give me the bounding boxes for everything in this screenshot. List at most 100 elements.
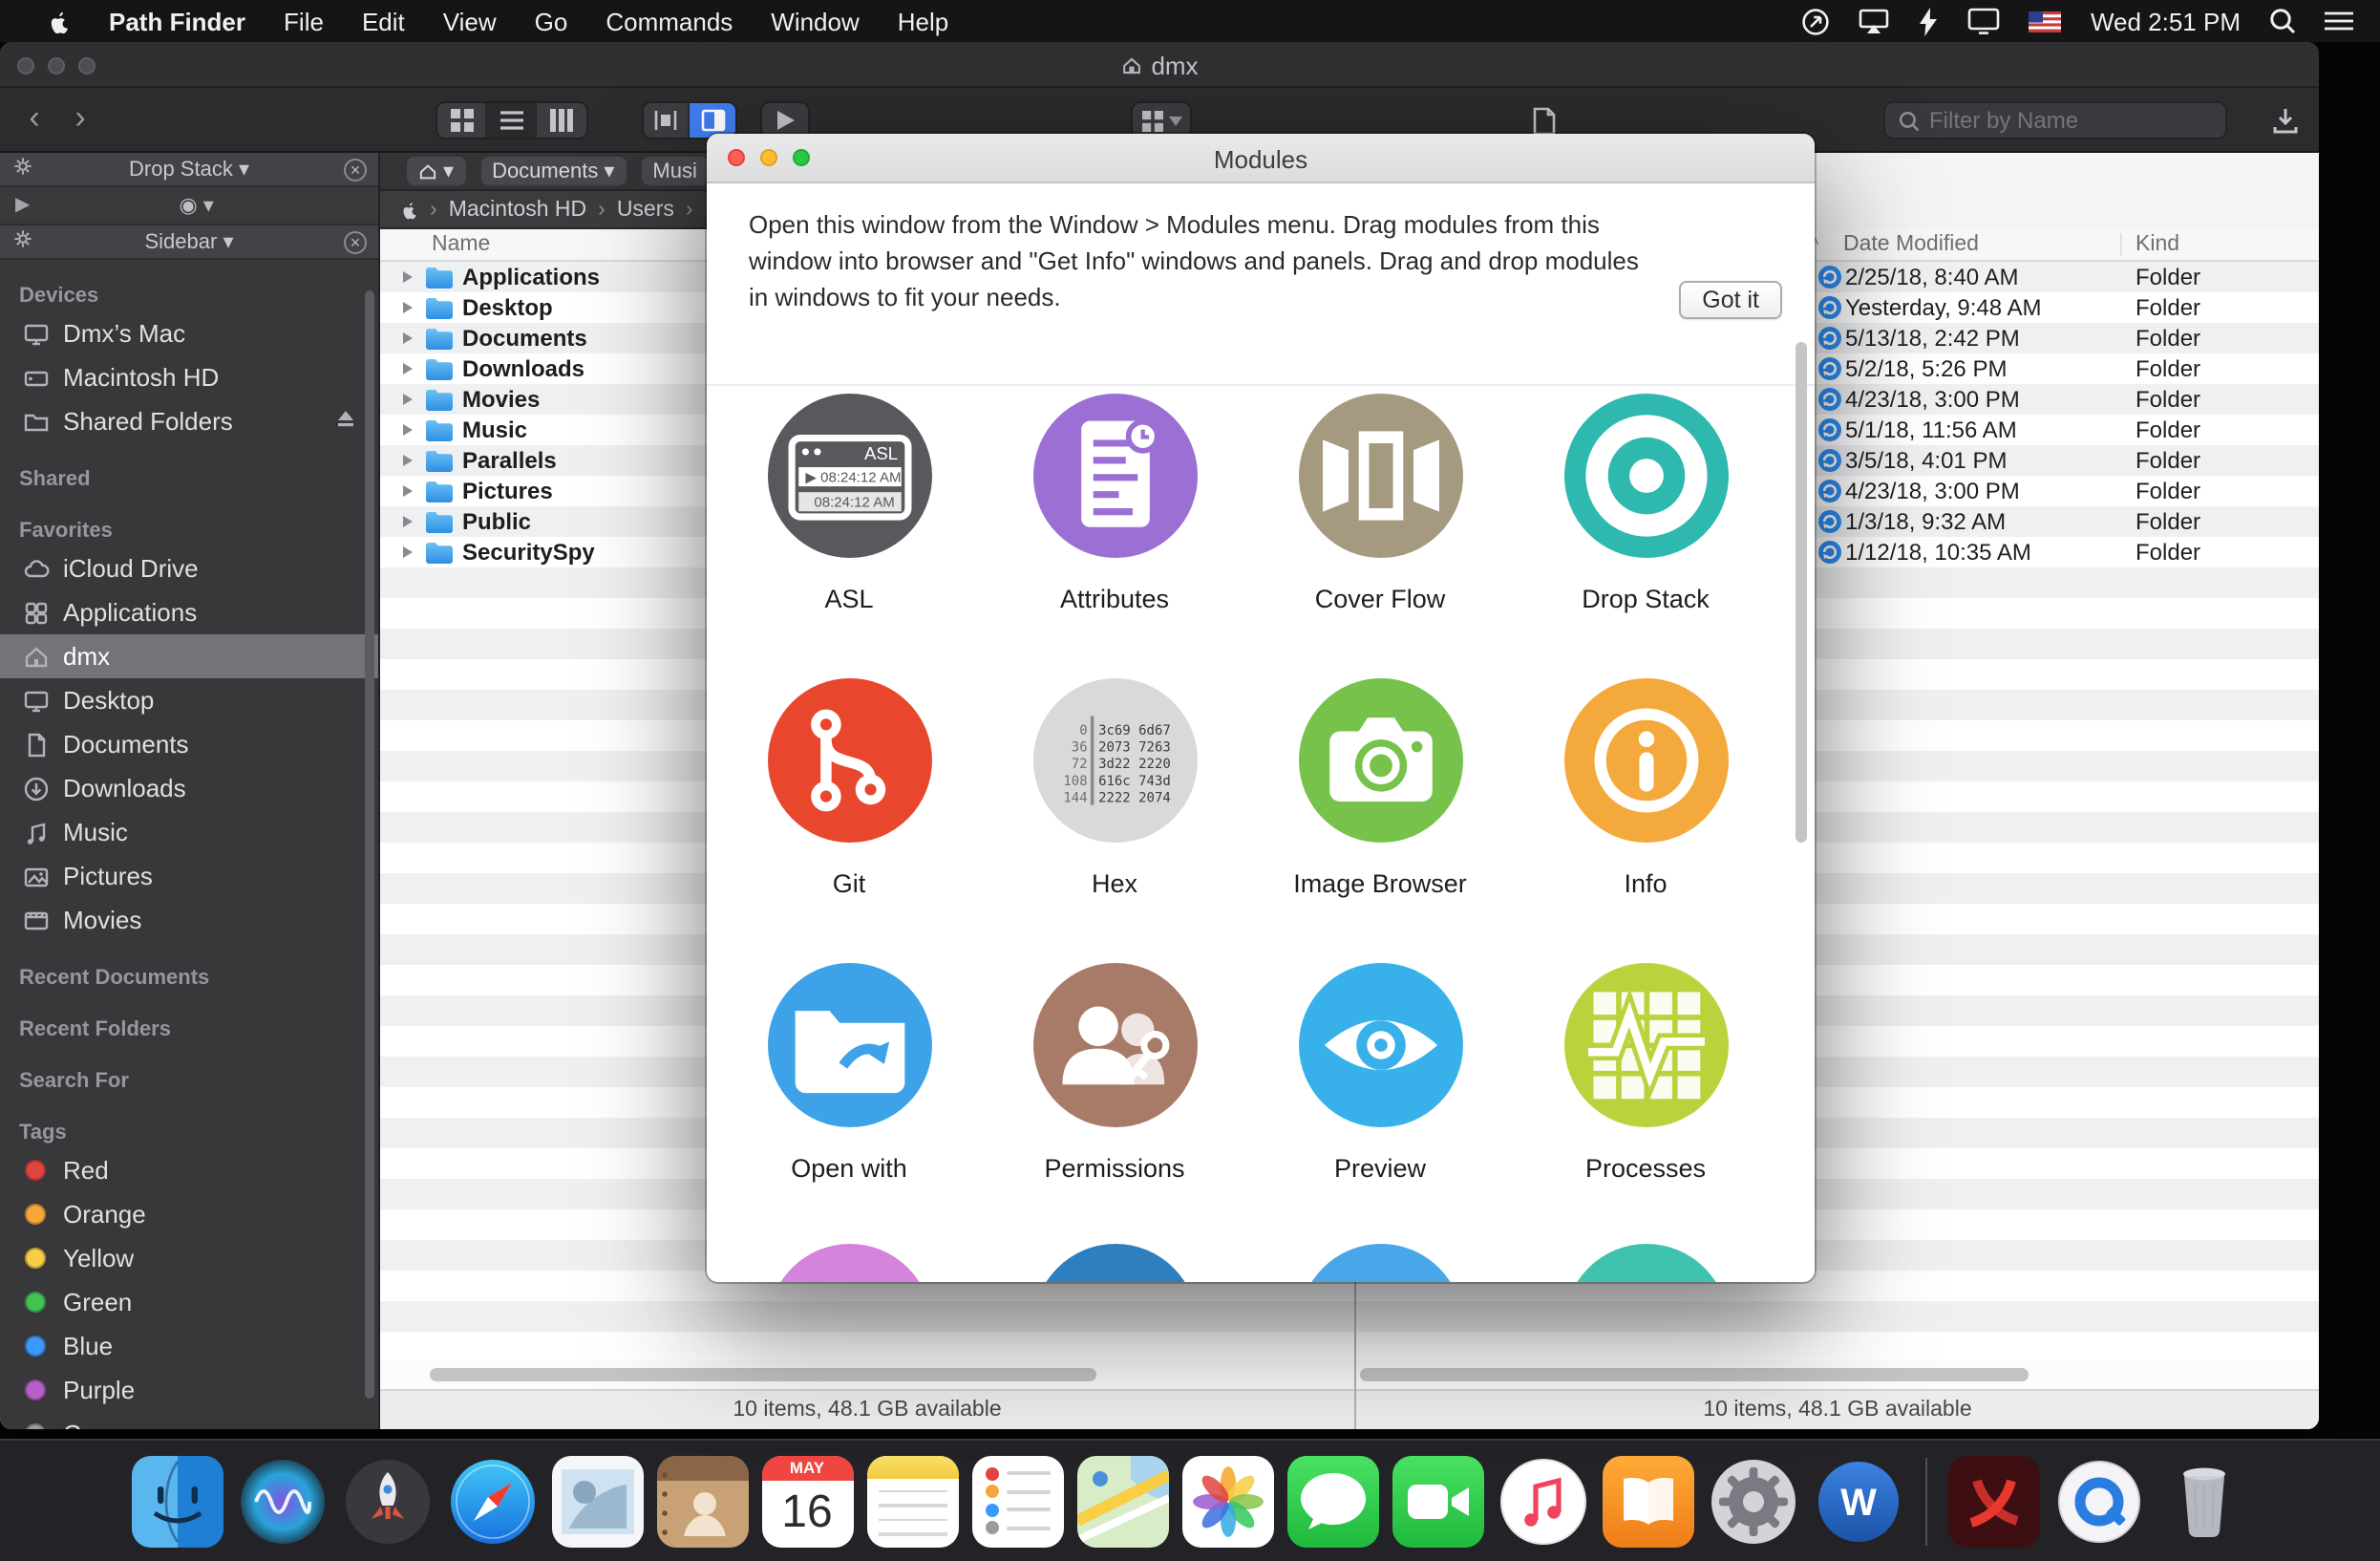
module-asl[interactable]: ASL▶ 08:24:12 AM08:24:12 AMASL (716, 394, 982, 613)
module-cover-flow[interactable]: Cover Flow (1247, 394, 1513, 613)
preview-pane-toggle[interactable] (690, 103, 735, 138)
file-name[interactable]: Desktop (462, 294, 553, 321)
keyboard-flag-icon[interactable] (2029, 11, 2062, 32)
dock-microsoft-word[interactable]: W (1812, 1455, 1903, 1547)
sidebar-item-dmx-s-mac[interactable]: Dmx’s Mac (0, 311, 378, 355)
sidebar-item-applications[interactable]: Applications (0, 590, 378, 634)
dock-maps[interactable] (1076, 1455, 1168, 1547)
scrollbar-thumb[interactable] (1360, 1368, 2029, 1381)
filter-field[interactable] (1883, 101, 2227, 139)
file-name[interactable]: SecuritySpy (462, 539, 595, 566)
module-attributes[interactable]: Attributes (982, 394, 1247, 613)
file-name[interactable]: Public (462, 508, 531, 535)
dock-reminders[interactable] (971, 1455, 1063, 1547)
list-view-button[interactable] (487, 103, 537, 138)
sidebar-item-red[interactable]: Red (0, 1148, 378, 1192)
column-name[interactable]: Name (380, 233, 490, 256)
dock-quicktime-player[interactable] (2052, 1455, 2144, 1547)
zoom-button[interactable] (78, 57, 96, 75)
path-item-macintosh-hd[interactable]: Macintosh HD (449, 198, 586, 221)
column-date-modified[interactable]: Date Modified (1843, 233, 1979, 256)
scrollbar-thumb[interactable] (430, 1368, 1096, 1381)
sidebar-item-downloads[interactable]: Downloads (0, 766, 378, 810)
dock-trash[interactable] (2157, 1455, 2249, 1547)
file-name[interactable]: Music (462, 417, 527, 443)
dialog-close-button[interactable] (728, 149, 745, 166)
tab-music[interactable]: Musi (641, 157, 708, 185)
menu-file[interactable]: File (265, 7, 343, 35)
disclosure-triangle[interactable] (403, 332, 413, 344)
back-button[interactable]: ‹ (15, 97, 53, 139)
dock-calendar[interactable]: MAY16 (761, 1455, 853, 1547)
disclosure-triangle[interactable] (403, 424, 413, 436)
module-processes[interactable]: Processes (1513, 963, 1778, 1183)
spotlight-icon[interactable] (2269, 8, 2296, 34)
menu-window[interactable]: Window (752, 7, 879, 35)
dual-pane-toggle[interactable] (644, 103, 690, 138)
dock-photos[interactable] (1181, 1455, 1273, 1547)
sidebar-item-blue[interactable]: Blue (0, 1324, 378, 1368)
sidebar-item-documents[interactable]: Documents (0, 722, 378, 766)
disclosure-triangle[interactable] (403, 363, 413, 374)
module-open-with[interactable]: Open with (716, 963, 982, 1183)
dock-contacts[interactable] (656, 1455, 748, 1547)
sidebar-item-icloud-drive[interactable]: iCloud Drive (0, 546, 378, 590)
dock-system-preferences[interactable] (1707, 1455, 1798, 1547)
menu-view[interactable]: View (424, 7, 516, 35)
pointer-bolt-icon[interactable] (1919, 7, 1940, 35)
module-drop-stack[interactable]: Drop Stack (1513, 394, 1778, 613)
sidebar-item-dmx[interactable]: dmx (0, 634, 378, 678)
file-name[interactable]: Downloads (462, 355, 584, 382)
module-icon-partial-3[interactable] (1298, 1244, 1462, 1282)
column-kind[interactable]: Kind (2136, 233, 2179, 256)
sidebar-item-yellow[interactable]: Yellow (0, 1236, 378, 1280)
dock-facetime[interactable] (1392, 1455, 1483, 1547)
menu-commands[interactable]: Commands (586, 7, 752, 35)
dock-siri[interactable] (236, 1455, 328, 1547)
dock-mail[interactable] (551, 1455, 643, 1547)
file-name[interactable]: Movies (462, 386, 540, 413)
tab-documents[interactable]: Documents ▾ (480, 157, 626, 185)
minimize-button[interactable] (48, 57, 65, 75)
dialog-zoom-button[interactable] (793, 149, 810, 166)
apple-menu-icon[interactable] (27, 7, 90, 35)
drop-stack-target-icon[interactable]: ◉ ▾ (30, 193, 363, 218)
apple-root-icon[interactable] (399, 198, 418, 221)
menu-edit[interactable]: Edit (343, 7, 424, 35)
gear-icon[interactable] (11, 155, 34, 183)
play-icon[interactable]: ▶ (15, 195, 30, 216)
module-icon-partial-4[interactable] (1563, 1244, 1728, 1282)
close-panel-icon[interactable]: × (344, 158, 367, 181)
circle-arrow-icon[interactable] (1802, 7, 1831, 35)
disclosure-triangle[interactable] (403, 516, 413, 527)
close-button[interactable] (17, 57, 34, 75)
file-name[interactable]: Documents (462, 325, 587, 352)
disclosure-triangle[interactable] (403, 546, 413, 558)
gear-icon[interactable] (11, 227, 34, 256)
sidebar-item-pictures[interactable]: Pictures (0, 854, 378, 898)
module-info[interactable]: Info (1513, 678, 1778, 898)
disclosure-triangle[interactable] (403, 455, 413, 466)
forward-button[interactable]: › (61, 97, 99, 139)
drop-stack-header[interactable]: Drop Stack ▾ × (0, 153, 378, 187)
disclosure-triangle[interactable] (403, 271, 413, 283)
dialog-scrollbar[interactable] (1796, 342, 1807, 843)
airplay-icon[interactable] (1859, 8, 1890, 34)
sidebar-item-desktop[interactable]: Desktop (0, 678, 378, 722)
dialog-minimize-button[interactable] (760, 149, 777, 166)
right-horizontal-scrollbar[interactable] (1356, 1360, 2319, 1389)
module-preview[interactable]: Preview (1247, 963, 1513, 1183)
sidebar-item-orange[interactable]: Orange (0, 1192, 378, 1236)
module-git[interactable]: Git (716, 678, 982, 898)
notification-center-icon[interactable] (2325, 10, 2353, 32)
window-titlebar[interactable]: dmx (0, 42, 2319, 88)
module-permissions[interactable]: Permissions (982, 963, 1247, 1183)
column-view-button[interactable] (537, 103, 586, 138)
module-icon-partial-1[interactable] (767, 1244, 931, 1282)
filter-input[interactable] (1929, 107, 2197, 134)
left-horizontal-scrollbar[interactable] (380, 1360, 1354, 1389)
download-button[interactable] (2262, 101, 2307, 139)
menu-help[interactable]: Help (879, 7, 968, 35)
disclosure-triangle[interactable] (403, 394, 413, 405)
file-name[interactable]: Parallels (462, 447, 557, 474)
